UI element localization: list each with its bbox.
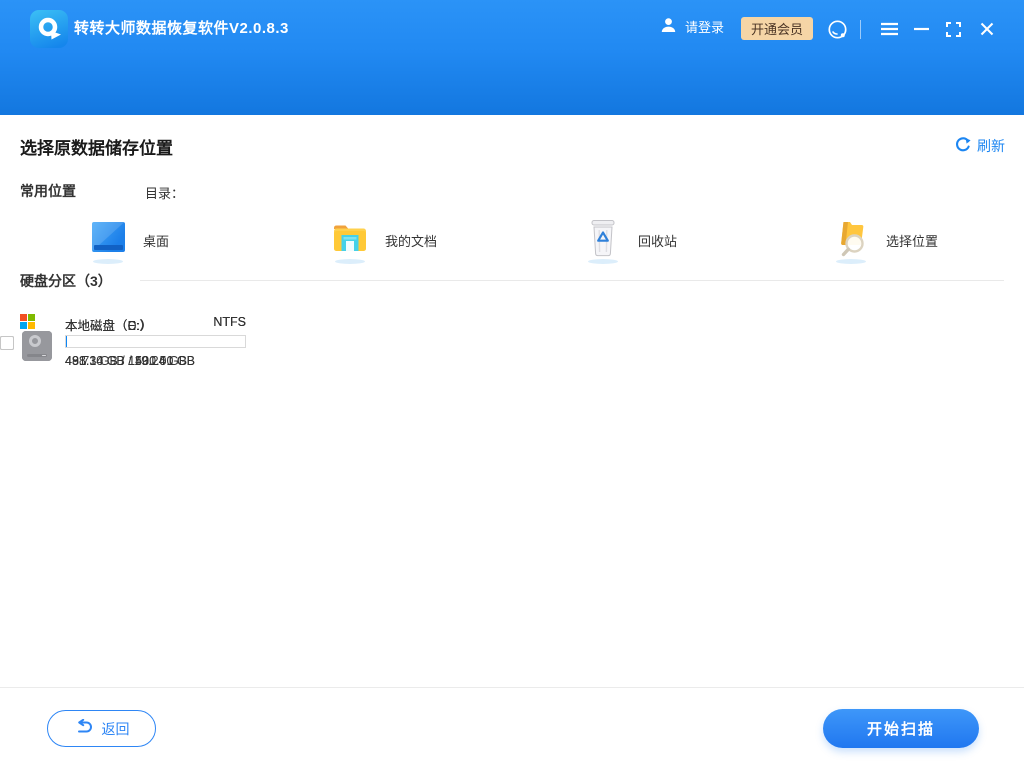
footer-divider — [0, 687, 1024, 688]
back-button[interactable]: 返回 — [47, 710, 156, 747]
icon-shadow — [588, 259, 618, 264]
recycle-bin-icon — [588, 217, 618, 259]
usage-bar-fill — [66, 336, 67, 347]
drive-icon[interactable] — [22, 331, 52, 361]
login-area[interactable]: 请登录 — [660, 17, 724, 36]
location-label[interactable]: 我的文档 — [385, 231, 437, 250]
icon-shadow — [335, 259, 365, 264]
refresh-button[interactable]: 刷新 — [955, 136, 1005, 156]
my-documents-icon — [332, 221, 368, 254]
partition-checkbox[interactable] — [0, 336, 14, 350]
location-label[interactable]: 选择位置 — [886, 231, 938, 250]
common-locations-title: 常用位置 — [20, 181, 76, 201]
location-my-documents[interactable]: 我的文档 — [330, 216, 437, 264]
app-logo-icon — [30, 10, 68, 48]
partition-name: 本地磁盘（E:） — [65, 315, 152, 331]
partitions-title: 硬盘分区（3） — [20, 271, 112, 291]
choose-location-icon — [835, 219, 867, 257]
close-icon[interactable] — [977, 0, 997, 58]
back-arrow-icon — [74, 719, 94, 738]
page-title: 选择原数据储存位置 — [20, 134, 173, 159]
icon-shadow — [836, 259, 866, 264]
maximize-icon[interactable] — [943, 0, 963, 58]
refresh-label: 刷新 — [977, 136, 1005, 156]
refresh-icon — [955, 137, 971, 156]
titlebar-divider — [860, 20, 861, 39]
start-scan-button[interactable]: 开始扫描 — [823, 709, 979, 748]
vip-button[interactable]: 开通会员 — [741, 17, 813, 40]
back-label: 返回 — [102, 719, 130, 739]
partitions-divider — [140, 280, 1004, 281]
location-desktop[interactable]: 桌面 — [88, 216, 169, 264]
user-icon — [660, 17, 677, 36]
location-label[interactable]: 回收站 — [638, 231, 677, 250]
minimize-icon[interactable] — [911, 0, 931, 58]
directory-label: 目录： — [145, 183, 184, 202]
customer-service-icon[interactable] — [824, 0, 850, 58]
icon-shadow — [93, 259, 123, 264]
titlebar: 转转大师数据恢复软件V2.0.8.3 请登录 开通会员 — [0, 0, 1024, 115]
partition-e[interactable]: 本地磁盘（E:） NTFS 431.10 GB / 431.51 GB — [0, 312, 250, 374]
menu-icon[interactable] — [878, 0, 900, 58]
partition-capacity: 431.10 GB / 431.51 GB — [65, 354, 246, 368]
login-label[interactable]: 请登录 — [685, 17, 724, 36]
window-title: 转转大师数据恢复软件V2.0.8.3 — [74, 0, 289, 58]
desktop-icon — [92, 222, 125, 252]
partition-filesystem: NTFS — [213, 315, 246, 331]
location-choose[interactable]: 选择位置 — [831, 216, 938, 264]
usage-bar — [65, 335, 246, 348]
location-recycle-bin[interactable]: 回收站 — [583, 216, 677, 264]
location-label[interactable]: 桌面 — [143, 231, 169, 250]
